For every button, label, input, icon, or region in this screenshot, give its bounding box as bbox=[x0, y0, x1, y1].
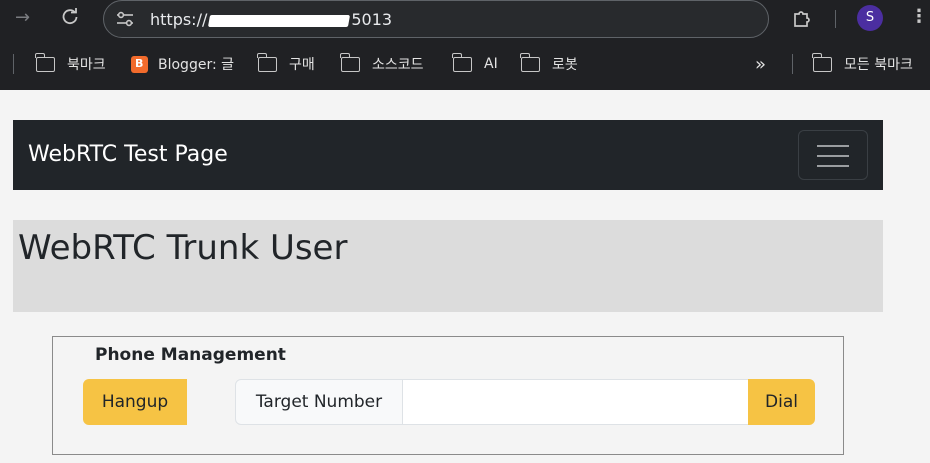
blogger-icon bbox=[131, 55, 148, 73]
hamburger-icon bbox=[817, 155, 849, 157]
navbar-toggler-button[interactable] bbox=[798, 130, 868, 180]
bookmark-item[interactable]: 로봇 bbox=[520, 52, 578, 74]
target-number-input[interactable] bbox=[402, 379, 749, 425]
address-bar[interactable]: https://5013 bbox=[103, 0, 769, 38]
folder-icon bbox=[452, 52, 472, 72]
hamburger-icon bbox=[817, 145, 849, 147]
hangup-button[interactable]: Hangup bbox=[83, 379, 187, 425]
extensions-icon[interactable] bbox=[792, 8, 812, 32]
dial-button[interactable]: Dial bbox=[748, 379, 815, 425]
bookmark-item[interactable]: 소스코드 bbox=[340, 52, 424, 74]
reload-icon[interactable] bbox=[61, 7, 79, 30]
bookmark-item[interactable]: 북마크 bbox=[35, 52, 106, 74]
bookmark-item[interactable]: Blogger: 글 bbox=[131, 54, 234, 74]
folder-icon bbox=[257, 52, 277, 72]
bookmark-item[interactable]: AI bbox=[452, 52, 498, 74]
jumbotron: WebRTC Trunk User bbox=[13, 220, 883, 312]
hamburger-icon bbox=[817, 165, 849, 167]
panel-title: Phone Management bbox=[95, 345, 286, 365]
navbar-brand[interactable]: WebRTC Test Page bbox=[28, 142, 228, 167]
profile-avatar[interactable]: S bbox=[857, 5, 883, 31]
url-text[interactable]: https://5013 bbox=[150, 10, 392, 29]
page-title: WebRTC Trunk User bbox=[18, 228, 348, 268]
forward-arrow-icon[interactable]: → bbox=[15, 9, 30, 27]
folder-icon bbox=[340, 52, 360, 72]
bookmarks-overflow-button[interactable]: » bbox=[755, 54, 766, 75]
folder-icon bbox=[520, 52, 540, 72]
bookmarks-divider bbox=[13, 54, 14, 74]
folder-icon bbox=[812, 52, 832, 72]
bookmarks-divider bbox=[792, 54, 793, 74]
phone-management-panel: Phone Management Hangup Target Number Di… bbox=[52, 336, 844, 455]
menu-kebab-icon[interactable]: ⋮ bbox=[910, 8, 928, 26]
redacted-host bbox=[208, 14, 351, 27]
site-settings-icon[interactable] bbox=[116, 11, 134, 27]
bookmark-item[interactable]: 구매 bbox=[257, 52, 315, 74]
folder-icon bbox=[35, 52, 55, 72]
browser-toolbar: → https://5013 S ⋮ bbox=[0, 0, 930, 38]
navbar: WebRTC Test Page bbox=[13, 120, 883, 190]
target-number-label: Target Number bbox=[235, 379, 403, 425]
toolbar-divider bbox=[835, 10, 836, 28]
all-bookmarks-button[interactable]: 모든 북마크 bbox=[812, 52, 913, 74]
